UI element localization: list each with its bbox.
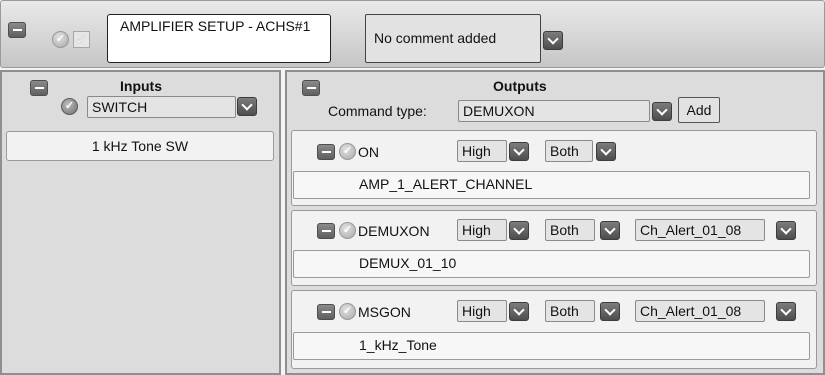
command-type-label: Command type: <box>328 103 427 119</box>
command-name: ON <box>358 144 379 160</box>
level-select[interactable]: High <box>457 300 507 322</box>
check-circle-icon: ✓ <box>52 31 69 48</box>
collapse-command-icon[interactable] <box>317 304 335 320</box>
collapse-command-icon[interactable] <box>317 144 335 160</box>
collapse-header-icon[interactable] <box>8 22 26 38</box>
setup-title-field[interactable]: AMPLIFIER SETUP - ACHS#1 <box>107 14 331 63</box>
outputs-title: Outputs <box>493 78 547 94</box>
command-value-field[interactable]: DEMUX_01_10 <box>293 250 810 278</box>
edge-select[interactable]: Both <box>545 300 595 322</box>
level-select[interactable]: High <box>457 219 507 241</box>
channel-select[interactable]: Ch_Alert_01_08 <box>635 219 765 241</box>
comment-dropdown-button[interactable] <box>543 31 563 50</box>
command-type-select[interactable]: DEMUXON <box>458 100 650 122</box>
comment-field[interactable]: No comment added <box>365 14 541 63</box>
channel-select[interactable]: Ch_Alert_01_08 <box>635 300 765 322</box>
edge-select[interactable]: Both <box>545 219 595 241</box>
level-dropdown-button[interactable] <box>509 142 529 161</box>
command-name: MSGON <box>358 304 411 320</box>
channel-dropdown-button[interactable] <box>776 221 796 240</box>
collapse-outputs-icon[interactable] <box>302 80 320 96</box>
check-circle-icon: ✓ <box>339 303 356 320</box>
level-select[interactable]: High <box>457 140 507 162</box>
edge-select[interactable]: Both <box>545 140 593 162</box>
inputs-title: Inputs <box>120 78 162 94</box>
collapse-command-icon[interactable] <box>317 223 335 239</box>
check-circle-icon: ✓ <box>339 143 356 160</box>
input-item[interactable]: 1 kHz Tone SW <box>6 131 274 161</box>
check-circle-icon: ✓ <box>339 222 356 239</box>
level-dropdown-button[interactable] <box>509 302 529 321</box>
add-command-button[interactable]: Add <box>678 97 720 123</box>
input-type-select[interactable]: SWITCH <box>87 96 236 118</box>
enable-checkbox[interactable]: ✓ <box>73 31 90 48</box>
collapse-inputs-icon[interactable] <box>30 80 48 96</box>
command-value-field[interactable]: AMP_1_ALERT_CHANNEL <box>293 171 810 199</box>
command-value-field[interactable]: 1_kHz_Tone <box>293 332 810 360</box>
check-circle-icon: ✓ <box>61 98 78 115</box>
channel-dropdown-button[interactable] <box>776 302 796 321</box>
edge-dropdown-button[interactable] <box>600 302 620 321</box>
level-dropdown-button[interactable] <box>509 221 529 240</box>
edge-dropdown-button[interactable] <box>596 142 616 161</box>
edge-dropdown-button[interactable] <box>600 221 620 240</box>
command-name: DEMUXON <box>358 223 430 239</box>
command-type-dropdown-button[interactable] <box>652 102 672 121</box>
input-type-dropdown-button[interactable] <box>237 97 257 116</box>
